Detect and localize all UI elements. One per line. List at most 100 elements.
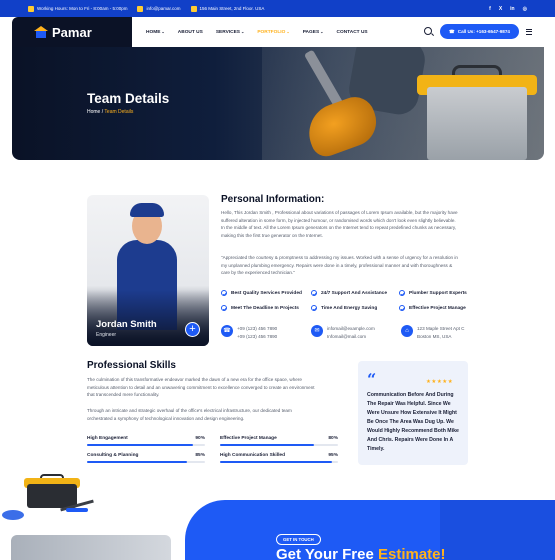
phone-icon: ☎ — [449, 28, 455, 34]
skill-fill — [220, 444, 315, 446]
skill-fill — [220, 461, 333, 463]
rating-stars: ★★★★★ — [426, 379, 454, 385]
skills-paragraph: Through an intricate and strategic overh… — [87, 408, 292, 421]
feature-label: Effective Project Manage — [409, 305, 466, 311]
email-info[interactable]: info@pamar.com — [137, 5, 181, 12]
call-us-label: Call Us: +163-6547-9874 — [457, 29, 510, 34]
plus-button[interactable]: + — [185, 322, 200, 337]
skill-percent: 85% — [195, 453, 205, 458]
clock-icon — [28, 5, 34, 12]
cta-title: Get Your Free Estimate! — [276, 546, 446, 560]
skill-fill — [87, 461, 188, 463]
skills-title: Professional Skills — [87, 360, 176, 371]
get-in-touch-badge: GET IN TOUCH — [276, 534, 321, 545]
check-circle-icon — [311, 305, 317, 311]
personal-info-title: Personal Information: — [221, 194, 325, 205]
feature-item: Best Quality Services Provided — [221, 290, 311, 296]
linkedin-icon[interactable]: in — [510, 6, 514, 12]
facebook-icon[interactable]: f — [489, 6, 491, 12]
phone-icon: ☎ — [221, 325, 233, 337]
team-member-card: Jordan Smith Engineer + — [87, 195, 209, 346]
address-line-1: 123 Maple Street Apt C — [417, 326, 465, 331]
instagram-icon[interactable]: ◎ — [523, 6, 527, 12]
call-us-button[interactable]: ☎ Call Us: +163-6547-9874 — [440, 24, 519, 39]
check-circle-icon — [399, 305, 405, 311]
contact-address: ⌂ 123 Maple Street Apt C Boston MS, USA — [401, 325, 481, 340]
mail-icon — [137, 5, 144, 12]
skill-track — [87, 461, 205, 463]
phone-line-2[interactable]: +09 (123) 456 7890 — [237, 333, 277, 341]
mail-icon: ✉ — [311, 325, 323, 337]
nav-item-contact[interactable]: CONTACT US — [337, 30, 368, 35]
nav-item-services[interactable]: SERVICES⌄ — [216, 29, 245, 35]
page-hero: Team Details Home / Team Details — [12, 47, 544, 160]
nav-label: PAGES — [302, 30, 320, 35]
member-name: Jordan Smith — [96, 319, 157, 330]
nav-item-home[interactable]: HOME⌄ — [146, 29, 165, 35]
feature-list: Best Quality Services Provided 24/7 Supp… — [221, 290, 476, 311]
top-info-bar: Working Hours: Mon to Fri - 8:00am - 5:0… — [0, 0, 555, 17]
breadcrumb-current: Team Details — [104, 109, 134, 115]
address-text: 156 Main Street, 2nd Floor. USA — [199, 6, 265, 11]
working-hours-text: Working Hours: Mon to Fri - 8:00am - 5:0… — [37, 6, 128, 11]
nav-label: HOME — [146, 30, 161, 35]
contact-phone: ☎ +09 (123) 456 7890 +09 (123) 456 7890 — [221, 325, 301, 340]
skill-bar: Effective Project Manage 80% — [220, 436, 338, 446]
nav-item-portfolio[interactable]: PORTFOLIO⌄ — [257, 29, 289, 35]
feature-label: Meet The Deadline In Projects — [231, 305, 299, 311]
main-nav: HOME⌄ ABOUT US SERVICES⌄ PORTFOLIO⌄ PAGE… — [146, 17, 368, 47]
skill-label: High Communication Skilled — [220, 453, 286, 458]
contact-details: ☎ +09 (123) 456 7890 +09 (123) 456 7890 ✉… — [221, 325, 481, 340]
testimonial-card: “ ★★★★★ Communication Before And During … — [358, 361, 468, 465]
nav-item-pages[interactable]: PAGES⌄ — [303, 29, 324, 35]
nav-label: CONTACT US — [336, 29, 368, 35]
working-hours: Working Hours: Mon to Fri - 8:00am - 5:0… — [28, 5, 128, 12]
skill-fill — [87, 444, 194, 446]
x-icon[interactable]: X — [499, 6, 502, 12]
house-logo-icon — [34, 26, 48, 38]
skill-bar: High Engagement 90% — [87, 436, 205, 446]
feature-label: Time And Energy Saving — [321, 305, 378, 311]
nav-label: PORTFOLIO — [257, 30, 286, 35]
member-role: Engineer — [96, 332, 117, 338]
breadcrumb-home[interactable]: Home — [87, 109, 100, 115]
worker-photo — [11, 535, 171, 560]
skill-bar: Consulting & Planning 85% — [87, 453, 205, 463]
email-line-2[interactable]: Infomail@mail.com — [327, 333, 375, 341]
skill-percent: 80% — [328, 436, 338, 441]
email-line-1[interactable]: infomail@example.com — [327, 325, 375, 333]
toolbox-image — [427, 87, 527, 160]
feature-item: Time And Energy Saving — [311, 305, 399, 311]
nav-label: ABOUT US — [177, 29, 203, 35]
testimonial-text: Communication Before And During The Repa… — [367, 392, 459, 452]
logo[interactable]: Pamar — [12, 17, 132, 47]
search-icon[interactable] — [424, 27, 432, 35]
email-text[interactable]: info@pamar.com — [146, 6, 180, 11]
cta-title-text: Get Your Free — [276, 546, 378, 560]
feature-label: Plumber Support Experts — [409, 290, 467, 296]
chevron-down-icon: ⌄ — [241, 29, 245, 34]
feature-item: 24/7 Support And Assistance — [311, 290, 399, 296]
address-line-2: Boston MS, USA — [417, 333, 452, 339]
feature-item: Meet The Deadline In Projects — [221, 305, 311, 311]
check-circle-icon — [399, 290, 405, 296]
skill-track — [87, 444, 205, 446]
hamburger-menu-icon[interactable] — [526, 29, 532, 35]
address-info: 156 Main Street, 2nd Floor. USA — [190, 5, 265, 12]
chevron-down-icon: ⌄ — [161, 29, 165, 34]
skill-percent: 90% — [195, 436, 205, 441]
feature-item: Effective Project Manage — [399, 305, 479, 311]
chevron-down-icon: ⌄ — [286, 29, 290, 34]
check-circle-icon — [221, 290, 227, 296]
skills-paragraph: The culmination of this transformative e… — [87, 377, 315, 398]
check-circle-icon — [221, 305, 227, 311]
nav-item-about[interactable]: ABOUT US — [178, 30, 203, 35]
skill-label: Consulting & Planning — [87, 453, 139, 458]
skill-track — [220, 444, 338, 446]
location-icon — [190, 5, 197, 12]
location-icon: ⌂ — [401, 325, 413, 337]
skill-label: Effective Project Manage — [220, 436, 277, 441]
phone-line-1[interactable]: +09 (123) 456 7890 — [237, 325, 277, 333]
feature-item: Plumber Support Experts — [399, 290, 479, 296]
tape-image — [2, 510, 24, 520]
